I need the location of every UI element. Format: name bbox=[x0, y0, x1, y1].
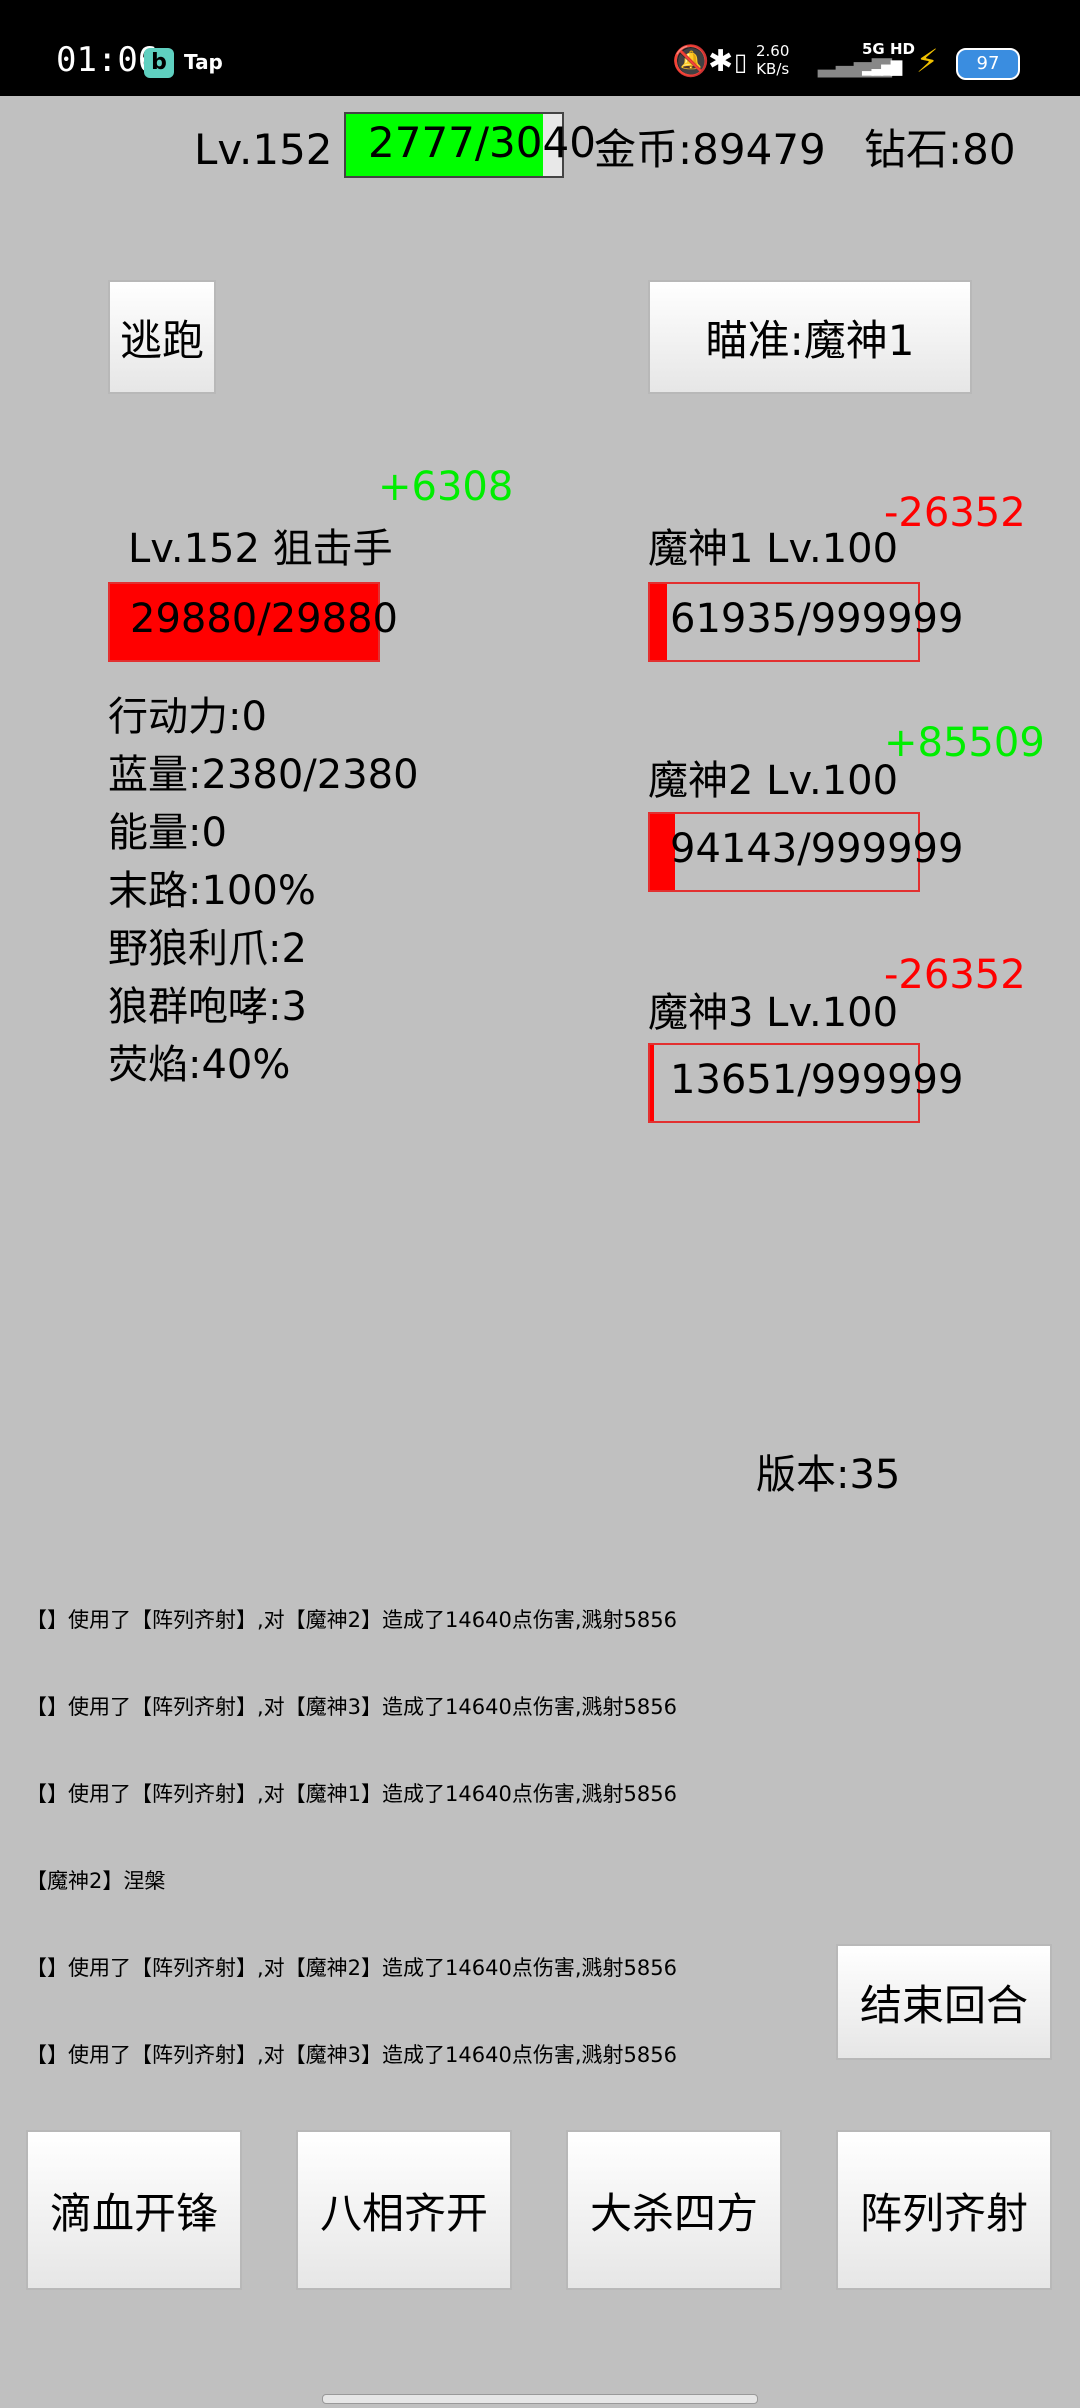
stat-last-stand: 末路:100% bbox=[108, 868, 316, 914]
enemy-1-hp-fill bbox=[650, 584, 667, 660]
app-notification-icon: b bbox=[144, 48, 174, 78]
charging-icon: ⚡ bbox=[916, 42, 939, 80]
vibrate-icon: ▯ bbox=[734, 48, 748, 76]
end-turn-button[interactable]: 结束回合 bbox=[836, 1944, 1052, 2060]
network-type: 5G HD ▂▃▅▇ bbox=[862, 40, 915, 76]
battle-log-line: 【】使用了【阵列齐射】,对【魔神1】造成了14640点伤害,溅射5856 bbox=[26, 1782, 677, 1806]
bluetooth-icon: ✱ bbox=[708, 44, 734, 79]
target-button[interactable]: 瞄准:魔神1 bbox=[648, 280, 972, 394]
status-bar: 01:06 b Tap 🔕 ✱ ▯ 2.60 KB/s ▂▃▄▅ 5G HD ▂▃▅… bbox=[0, 0, 1080, 96]
enemy-2-hp-value: 94143/999999 bbox=[670, 826, 964, 872]
stat-wolf-claw: 野狼利爪:2 bbox=[108, 926, 307, 972]
enemy-3-hp-bar[interactable]: 13651/999999 bbox=[648, 1043, 963, 1123]
enemy-1-hp-value: 61935/999999 bbox=[670, 596, 964, 642]
player-stats: 行动力:0 蓝量:2380/2380 能量:0 末路:100% 野狼利爪:2 狼… bbox=[108, 688, 419, 1094]
gold-count: 金币:89479 bbox=[594, 125, 826, 174]
enemy-2-hp-bar[interactable]: 94143/999999 bbox=[648, 812, 963, 892]
enemy-3-name: 魔神3 Lv.100 bbox=[648, 990, 899, 1036]
enemy-3-hp-fill bbox=[650, 1045, 654, 1121]
bell-off-icon: 🔕 bbox=[672, 44, 710, 79]
gesture-nav-bar[interactable] bbox=[322, 2394, 758, 2404]
skill-button-3[interactable]: 大杀四方 bbox=[566, 2130, 782, 2290]
diamond-count: 钻石:80 bbox=[864, 125, 1016, 174]
stat-energy: 能量:0 bbox=[108, 810, 227, 856]
battle-log-line: 【】使用了【阵列齐射】,对【魔神2】造成了14640点伤害,溅射5856 bbox=[26, 1956, 677, 1980]
enemy-2-name: 魔神2 Lv.100 bbox=[648, 758, 899, 804]
enemy-1-name: 魔神1 Lv.100 bbox=[648, 526, 899, 572]
network-speed: 2.60 KB/s bbox=[756, 42, 790, 78]
player-title: Lv.152 狙击手 bbox=[128, 526, 393, 572]
battle-log-line: 【】使用了【阵列齐射】,对【魔神3】造成了14640点伤害,溅射5856 bbox=[26, 2043, 677, 2067]
enemy-2-popup: +85509 bbox=[884, 720, 1045, 766]
enemy-3-hp-value: 13651/999999 bbox=[670, 1057, 964, 1103]
battle-log-line: 【魔神2】涅槃 bbox=[26, 1869, 166, 1893]
version-label: 版本:35 bbox=[756, 1452, 901, 1498]
skill-button-4[interactable]: 阵列齐射 bbox=[836, 2130, 1052, 2290]
player-level: Lv.152 bbox=[194, 125, 333, 174]
battle-log-line: 【】使用了【阵列齐射】,对【魔神3】造成了14640点伤害,溅射5856 bbox=[26, 1695, 677, 1719]
battle-log-line: 【】使用了【阵列齐射】,对【魔神2】造成了14640点伤害,溅射5856 bbox=[26, 1608, 677, 1632]
stat-fluorescent-flame: 荧焰:40% bbox=[108, 1042, 291, 1088]
stat-wolf-howl: 狼群咆哮:3 bbox=[108, 984, 307, 1030]
tap-notification-icon: Tap bbox=[184, 50, 223, 74]
exp-bar: 2777/3040 bbox=[344, 112, 596, 178]
player-heal-popup: +6308 bbox=[378, 464, 514, 510]
player-hp-bar: 29880/29880 bbox=[108, 582, 398, 662]
player-hp-value: 29880/29880 bbox=[130, 596, 398, 642]
stat-action-points: 行动力:0 bbox=[108, 694, 267, 740]
enemy-1-hp-bar[interactable]: 61935/999999 bbox=[648, 582, 963, 662]
flee-button[interactable]: 逃跑 bbox=[108, 280, 216, 394]
clock: 01:06 bbox=[56, 40, 159, 80]
enemy-3-popup: -26352 bbox=[884, 952, 1026, 998]
battery-icon: 97 bbox=[956, 48, 1020, 80]
skill-button-2[interactable]: 八相齐开 bbox=[296, 2130, 512, 2290]
stat-mana: 蓝量:2380/2380 bbox=[108, 752, 419, 798]
exp-value: 2777/3040 bbox=[368, 118, 596, 167]
enemy-1-popup: -26352 bbox=[884, 490, 1026, 536]
skill-button-1[interactable]: 滴血开锋 bbox=[26, 2130, 242, 2290]
